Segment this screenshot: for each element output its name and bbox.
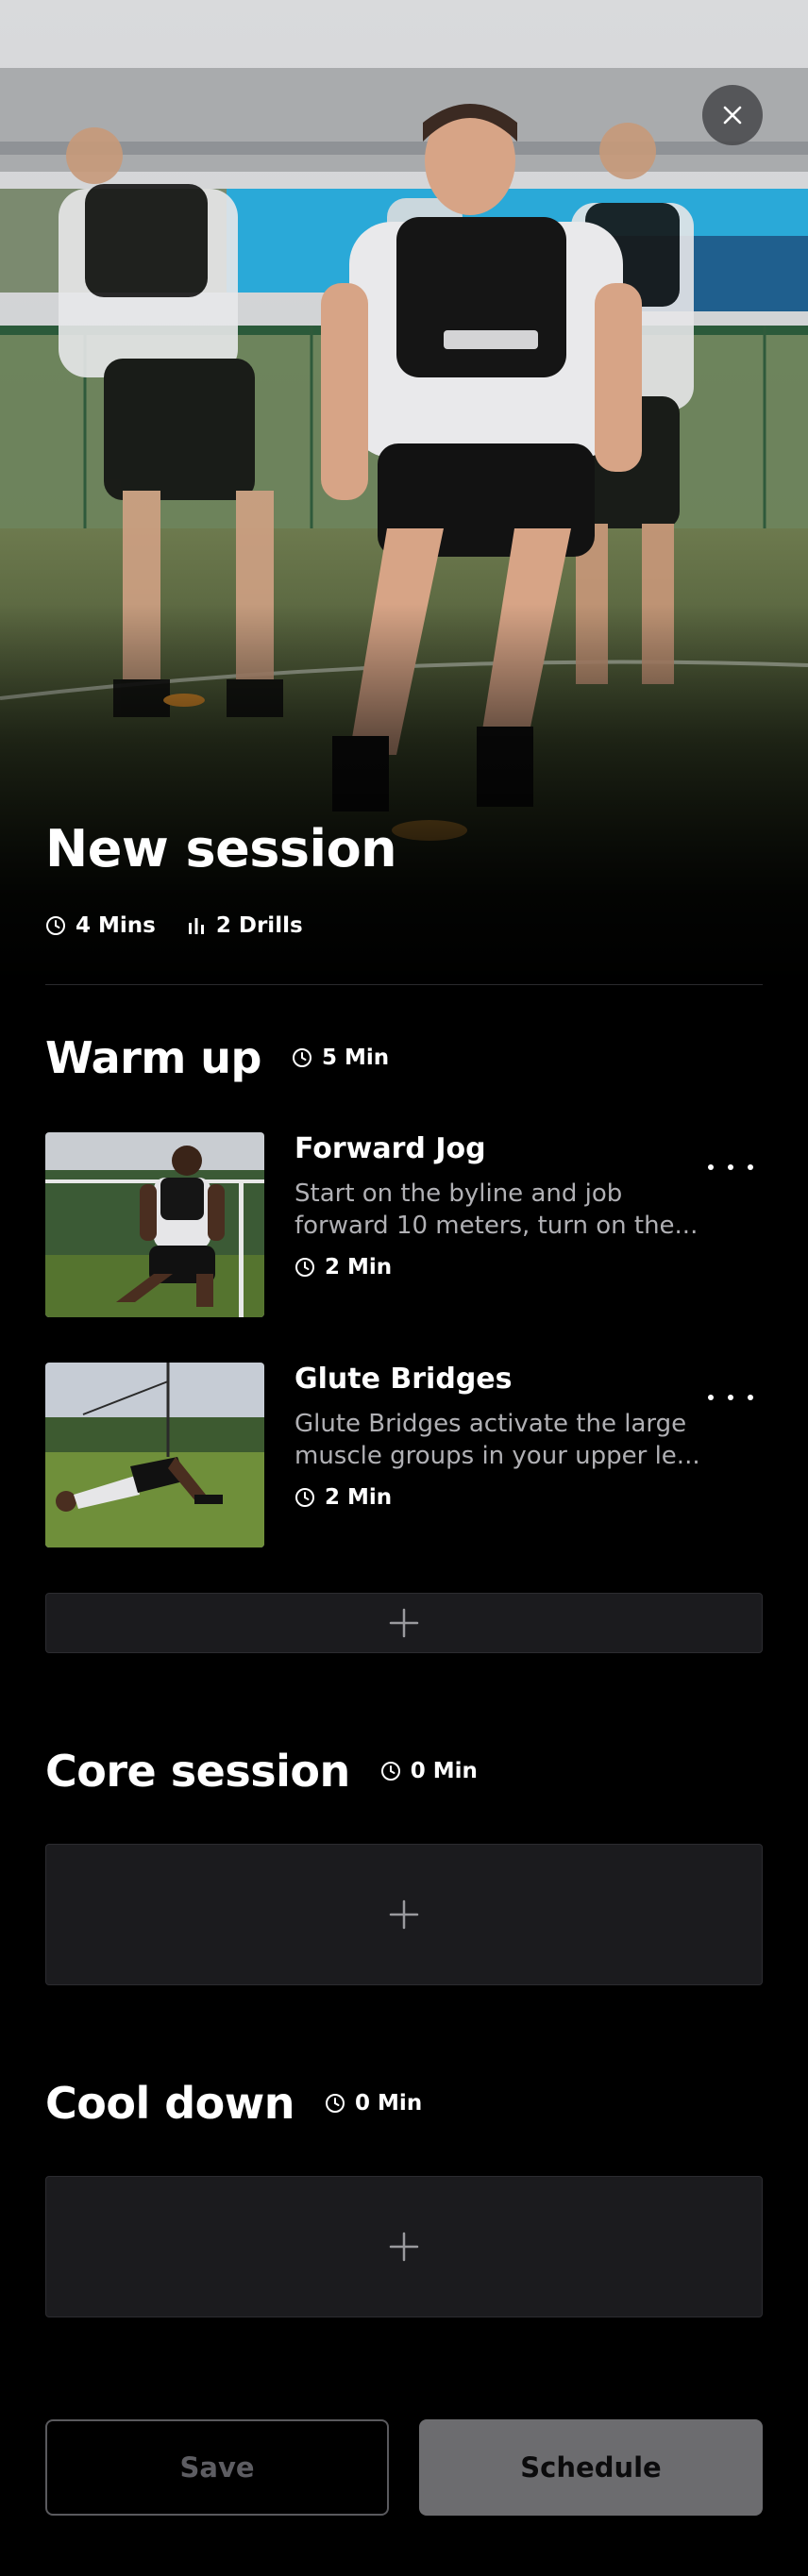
drill-thumbnail (45, 1363, 264, 1547)
drill-thumbnail (45, 1132, 264, 1317)
add-drill-button-cool-down[interactable] (45, 2176, 763, 2317)
clock-icon (46, 916, 65, 935)
drill-description: Start on the byline and job forward 10 m… (295, 1179, 699, 1240)
section-title: Warm up (45, 1032, 261, 1083)
drill-count-label: 2 Drills (215, 913, 303, 938)
section-header-warm-up: Warm up 5 Min (45, 1032, 389, 1083)
drill-description: Glute Bridges activate the large muscle … (295, 1410, 700, 1470)
total-duration: 4 Mins (45, 913, 156, 938)
section-title: Core session (45, 1746, 350, 1797)
drill-item-glute-bridges[interactable]: Glute Bridges Glute Bridges activate the… (45, 1363, 763, 1547)
schedule-button[interactable]: Schedule (419, 2419, 763, 2516)
add-drill-button-core-session[interactable] (45, 1844, 763, 1985)
close-button[interactable] (702, 85, 763, 145)
more-horizontal-icon (708, 1164, 714, 1170)
drill-count: 2 Drills (186, 913, 303, 938)
drill-name: Forward Jog (295, 1132, 486, 1165)
session-meta: 4 Mins 2 Drills (45, 913, 303, 938)
clock-icon (380, 1762, 400, 1781)
section-duration-label: 0 Min (410, 1759, 478, 1783)
section-duration: 0 Min (325, 2091, 422, 2116)
save-button[interactable]: Save (45, 2419, 389, 2516)
more-horizontal-icon (708, 1395, 714, 1400)
clock-icon (295, 1258, 314, 1277)
drill-duration-label: 2 Min (325, 1485, 393, 1510)
drill-duration-label: 2 Min (325, 1255, 393, 1280)
drill-duration: 2 Min (295, 1485, 392, 1510)
session-title: New session (45, 819, 397, 878)
clock-icon (295, 1488, 314, 1507)
divider (45, 984, 763, 985)
clock-icon (292, 1048, 311, 1067)
plus-icon (389, 1899, 419, 1930)
drill-item-forward-jog[interactable]: Forward Jog Start on the byline and job … (45, 1132, 763, 1317)
section-header-cool-down: Cool down 0 Min (45, 2078, 422, 2129)
drill-name: Glute Bridges (295, 1363, 513, 1396)
bar-chart-icon (188, 918, 204, 934)
more-options-button[interactable] (702, 1153, 759, 1181)
close-icon (723, 106, 742, 125)
plus-icon (389, 2232, 419, 2262)
total-duration-label: 4 Mins (76, 913, 156, 938)
section-duration: 0 Min (380, 1759, 478, 1783)
plus-icon (389, 1608, 419, 1638)
section-duration-label: 5 Min (321, 1045, 390, 1070)
more-options-button[interactable] (702, 1383, 759, 1412)
clock-icon (326, 2094, 345, 2113)
section-header-core-session: Core session 0 Min (45, 1746, 478, 1797)
section-title: Cool down (45, 2078, 295, 2129)
section-duration: 5 Min (292, 1045, 389, 1070)
add-drill-button-warm-up[interactable] (45, 1593, 763, 1653)
drill-duration: 2 Min (295, 1255, 392, 1280)
section-duration-label: 0 Min (355, 2091, 423, 2116)
